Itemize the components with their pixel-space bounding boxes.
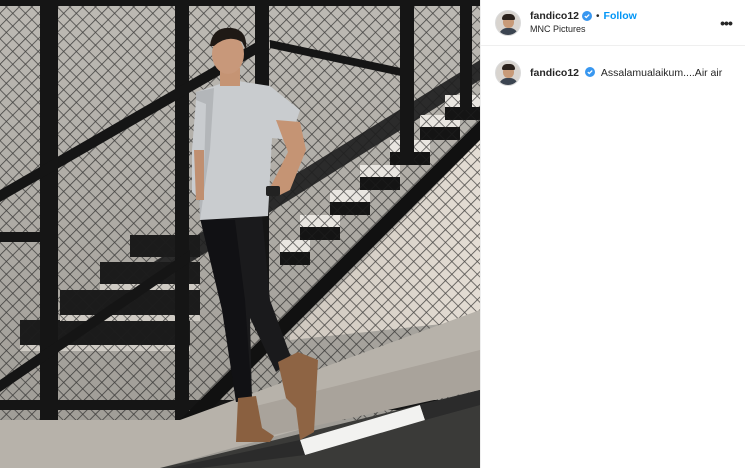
location-link[interactable]: MNC Pictures [530, 23, 717, 36]
caption-text: fandico12 Assalamualaikum....Air air [530, 67, 722, 79]
post-sidebar: fandico12 • Follow MNC Pictures ••• fand… [480, 0, 745, 468]
post-photo[interactable] [0, 0, 480, 468]
verified-badge-icon [584, 67, 595, 77]
follow-button[interactable]: Follow [604, 10, 637, 23]
avatar[interactable] [495, 9, 521, 36]
avatar-hair-shape [502, 64, 515, 70]
header-row: fandico12 • Follow [530, 10, 717, 23]
verified-badge-icon [582, 11, 593, 21]
header-text: fandico12 • Follow MNC Pictures [530, 10, 717, 36]
more-options-icon[interactable]: ••• [717, 15, 735, 31]
caption-avatar[interactable] [495, 60, 521, 86]
caption-body: Assalamualaikum....Air air [600, 67, 723, 79]
caption-username-link[interactable]: fandico12 [530, 67, 579, 79]
username-link[interactable]: fandico12 [530, 10, 579, 23]
avatar-body-shape [499, 78, 518, 85]
avatar-hair-shape [502, 13, 515, 20]
instagram-post: fandico12 • Follow MNC Pictures ••• fand… [0, 0, 745, 468]
avatar-body-shape [499, 27, 518, 35]
separator-dot: • [596, 10, 600, 22]
post-header: fandico12 • Follow MNC Pictures ••• [481, 0, 745, 46]
caption-row: fandico12 Assalamualaikum....Air air [481, 46, 745, 86]
